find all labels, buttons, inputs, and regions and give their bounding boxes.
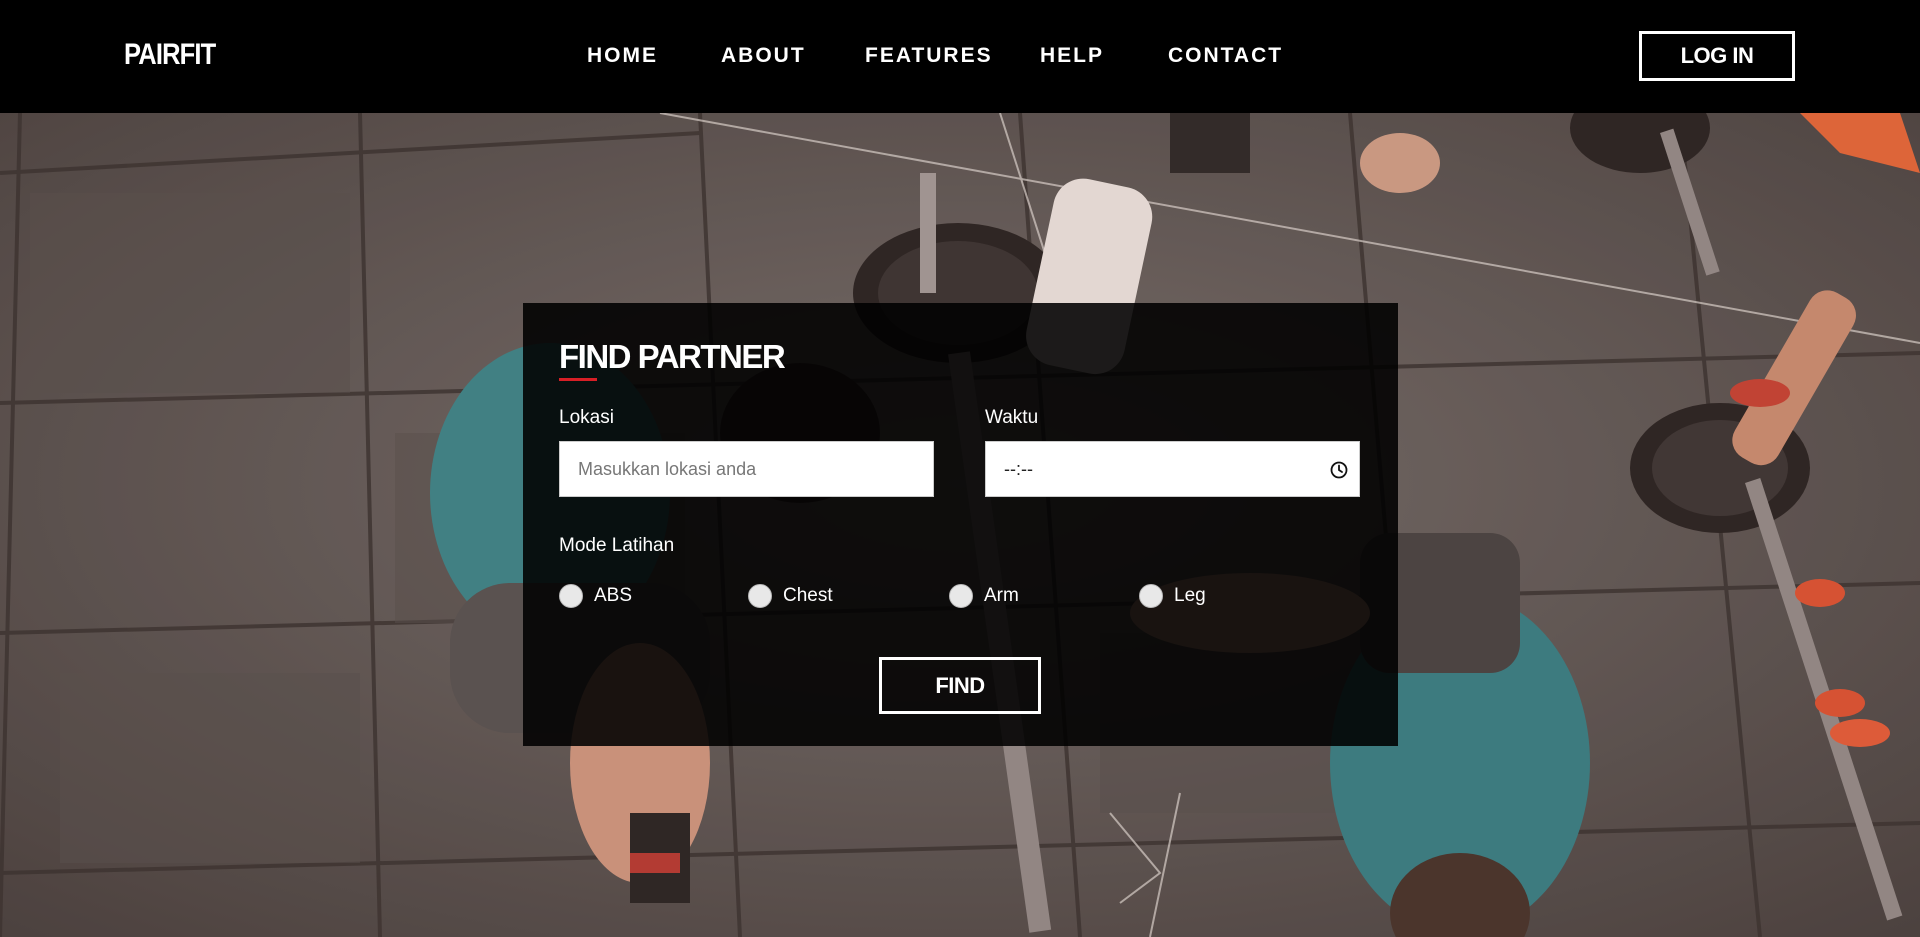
clock-icon[interactable] [1329,460,1349,480]
find-button[interactable]: FIND [879,657,1041,714]
radio-label-arm: Arm [984,585,1019,606]
navbar: PAIRFIT HOME ABOUT FEATURES HELP CONTACT… [0,0,1920,113]
location-input[interactable] [559,441,934,497]
radio-button-arm[interactable] [949,584,973,608]
nav-link-contact[interactable]: CONTACT [1168,44,1283,68]
find-partner-card: FIND PARTNER Lokasi Waktu --:-- Mode Lat… [523,303,1398,746]
nav-link-about[interactable]: ABOUT [721,44,806,68]
mode-label: Mode Latihan [559,535,675,556]
time-input[interactable]: --:-- [985,441,1360,497]
nav-link-help[interactable]: HELP [1040,44,1104,68]
radio-option-chest[interactable]: Chest [748,583,833,609]
login-button[interactable]: LOG IN [1639,31,1795,81]
nav-link-features[interactable]: FEATURES [865,44,993,68]
time-label: Waktu [985,407,1039,428]
card-title: FIND PARTNER [559,338,786,375]
radio-label-leg: Leg [1174,585,1206,606]
radio-button-chest[interactable] [748,584,772,608]
radio-label-abs: ABS [594,585,633,606]
nav-link-home[interactable]: HOME [587,44,658,68]
location-label: Lokasi [559,407,614,428]
radio-option-leg[interactable]: Leg [1139,583,1206,609]
radio-option-arm[interactable]: Arm [949,583,1019,609]
radio-button-leg[interactable] [1139,584,1163,608]
nav-links: HOME ABOUT FEATURES HELP CONTACT [0,44,1920,74]
radio-option-abs[interactable]: ABS [559,583,632,609]
time-value: --:-- [1004,459,1033,479]
title-underline [559,378,597,381]
radio-button-abs[interactable] [559,584,583,608]
radio-label-chest: Chest [783,585,833,606]
